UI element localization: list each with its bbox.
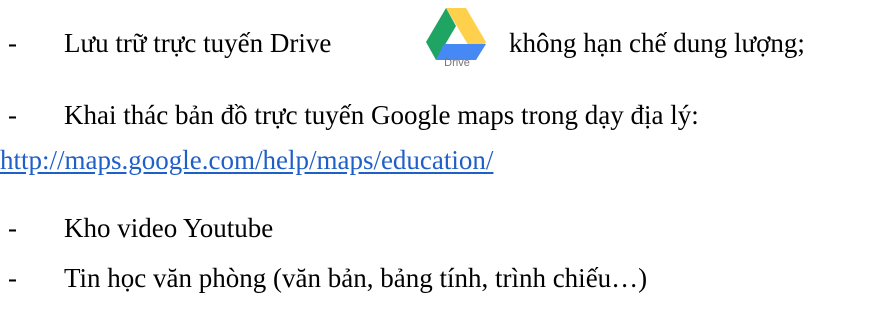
- bullet-drive-text-after: không hạn chế dung lượng;: [509, 28, 805, 58]
- bullet-drive-text: Lưu trữ trực tuyến Drive: [64, 28, 332, 58]
- bullet-dash: -: [8, 28, 17, 58]
- bullet-google-maps-text: Khai thác bản đồ trực tuyến Google maps …: [64, 100, 699, 130]
- maps-education-link-line: http://maps.google.com/help/maps/educati…: [0, 144, 493, 176]
- bullet-dash: -: [8, 213, 17, 243]
- bullet-dash: -: [8, 100, 17, 130]
- bullet-dash: -: [8, 263, 17, 293]
- google-drive-icon: [426, 8, 486, 60]
- drive-label: Drive: [444, 57, 470, 69]
- maps-education-link[interactable]: http://maps.google.com/help/maps/educati…: [0, 145, 493, 175]
- bullet-youtube-text: Kho video Youtube: [64, 213, 274, 243]
- bullet-office-text: Tin học văn phòng (văn bản, bảng tính, t…: [64, 263, 648, 293]
